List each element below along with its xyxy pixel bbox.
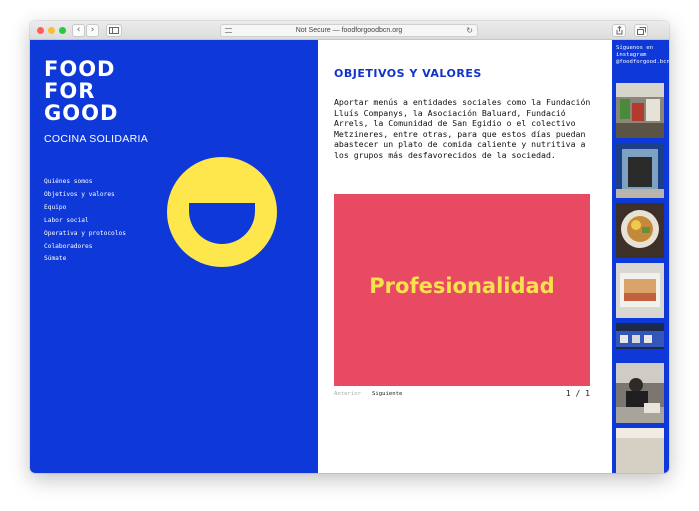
url-text: Not Secure — foodforgoodbcn.org xyxy=(295,27,403,34)
next-slide-button[interactable]: Siguiente xyxy=(372,391,402,397)
reload-icon[interactable]: ↻ xyxy=(466,25,473,36)
instagram-photo[interactable] xyxy=(616,83,664,138)
sidebar-icon xyxy=(109,27,119,34)
instagram-label[interactable]: Síguenos en instagram @foodforgood.bcn xyxy=(616,45,669,67)
minimize-window-button[interactable] xyxy=(48,27,55,34)
nav-item-labor-social[interactable]: Labor social xyxy=(44,215,126,228)
site-logo[interactable]: FOOD FOR GOOD xyxy=(44,58,118,124)
maximize-window-button[interactable] xyxy=(59,27,66,34)
title-bar: ‹ › Not Secure — foodforgoodbcn.org ↻ xyxy=(30,21,669,40)
instagram-photo[interactable] xyxy=(616,323,664,359)
site-subtitle: COCINA SOLIDARIA xyxy=(44,133,148,145)
instagram-photo[interactable] xyxy=(616,263,664,318)
sidebar-toggle-button[interactable] xyxy=(106,24,122,37)
slide-title: Profesionalidad xyxy=(369,274,555,298)
browser-window: ‹ › Not Secure — foodforgoodbcn.org ↻ + … xyxy=(30,21,669,473)
main-content: OBJETIVOS Y VALORES Aportar menús a enti… xyxy=(318,40,606,473)
logo-line: FOOD xyxy=(44,57,116,81)
previous-slide-button[interactable]: Anterior xyxy=(334,391,361,397)
instagram-feed: Síguenos en instagram @foodforgood.bcn xyxy=(606,40,669,473)
feed-divider xyxy=(606,40,612,473)
logo-line: FOR xyxy=(44,79,96,103)
instagram-photo[interactable] xyxy=(616,203,664,258)
nav-item-objetivos[interactable]: Objetivos y valores xyxy=(44,189,126,202)
nav-item-operativa[interactable]: Operativa y protocolos xyxy=(44,228,126,241)
tabs-icon xyxy=(636,27,646,35)
nav-item-sumate[interactable]: Súmate xyxy=(44,253,126,266)
section-paragraph: Aportar menús a entidades sociales como … xyxy=(334,97,591,160)
share-button[interactable] xyxy=(612,24,626,37)
reader-icon[interactable] xyxy=(225,28,232,33)
nav-item-colaboradores[interactable]: Colaboradores xyxy=(44,241,126,254)
instagram-photo[interactable] xyxy=(616,363,664,423)
nav-item-quienes-somos[interactable]: Quiénes somos xyxy=(44,176,126,189)
forward-button[interactable]: › xyxy=(86,24,99,37)
instagram-photo[interactable] xyxy=(616,428,664,473)
section-heading: OBJETIVOS Y VALORES xyxy=(334,67,482,80)
nav-item-equipo[interactable]: Equipo xyxy=(44,202,126,215)
slide-counter: 1 / 1 xyxy=(565,389,590,398)
share-icon xyxy=(616,25,622,35)
main-nav: Quiénes somos Objetivos y valores Equipo… xyxy=(44,176,126,266)
back-button[interactable]: ‹ xyxy=(72,24,85,37)
instagram-photo[interactable] xyxy=(616,143,664,198)
tabs-overview-button[interactable] xyxy=(634,24,648,37)
address-bar[interactable]: Not Secure — foodforgoodbcn.org ↻ xyxy=(220,24,478,37)
logo-line: GOOD xyxy=(44,101,119,125)
slide-card[interactable]: Profesionalidad xyxy=(334,194,590,386)
sidebar: FOOD FOR GOOD COCINA SOLIDARIA Quiénes s… xyxy=(30,40,318,473)
smiley-face-icon xyxy=(167,157,277,267)
close-window-button[interactable] xyxy=(37,27,44,34)
